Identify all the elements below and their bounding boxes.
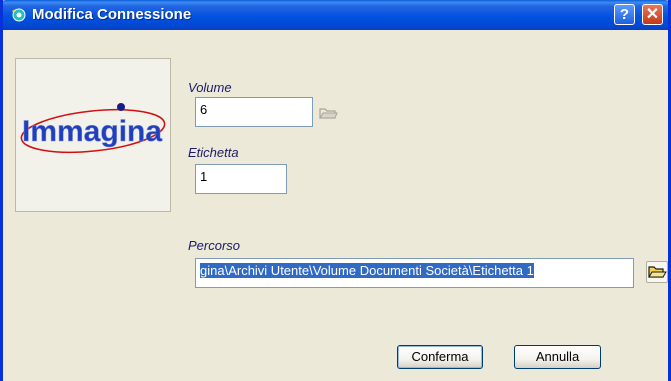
dialog-window: Modifica Connessione ? ✕ Immagina Volume… xyxy=(0,0,671,381)
cancel-label: Annulla xyxy=(535,349,580,364)
volume-value: 6 xyxy=(200,102,208,117)
percorso-browse-button[interactable] xyxy=(646,261,668,283)
help-icon: ? xyxy=(619,6,630,23)
help-button[interactable]: ? xyxy=(614,4,635,25)
volume-field[interactable]: 6 xyxy=(195,97,313,127)
close-button[interactable]: ✕ xyxy=(642,4,663,25)
etichetta-field[interactable]: 1 xyxy=(195,164,287,194)
app-icon xyxy=(12,8,26,22)
folder-open-icon xyxy=(648,266,667,278)
volume-label: Volume xyxy=(188,80,232,95)
percorso-field[interactable]: gina\Archivi Utente\Volume Documenti Soc… xyxy=(195,258,634,288)
confirm-label: Conferma xyxy=(411,349,469,364)
volume-browse-button[interactable] xyxy=(317,102,339,124)
title-bar[interactable]: Modifica Connessione ? ✕ xyxy=(3,0,668,30)
percorso-value: gina\Archivi Utente\Volume Documenti Soc… xyxy=(200,263,534,278)
close-icon: ✕ xyxy=(645,6,660,23)
cancel-button[interactable]: Annulla xyxy=(514,345,601,369)
etichetta-value: 1 xyxy=(200,169,208,184)
confirm-button[interactable]: Conferma xyxy=(397,345,483,369)
logo-text: Immagina xyxy=(22,115,162,148)
percorso-label: Percorso xyxy=(188,238,241,253)
window-title: Modifica Connessione xyxy=(32,6,192,23)
logo-panel: Immagina xyxy=(15,58,171,212)
folder-open-icon xyxy=(319,108,338,119)
immagina-logo: Immagina xyxy=(20,103,166,154)
etichetta-label: Etichetta xyxy=(188,145,239,160)
